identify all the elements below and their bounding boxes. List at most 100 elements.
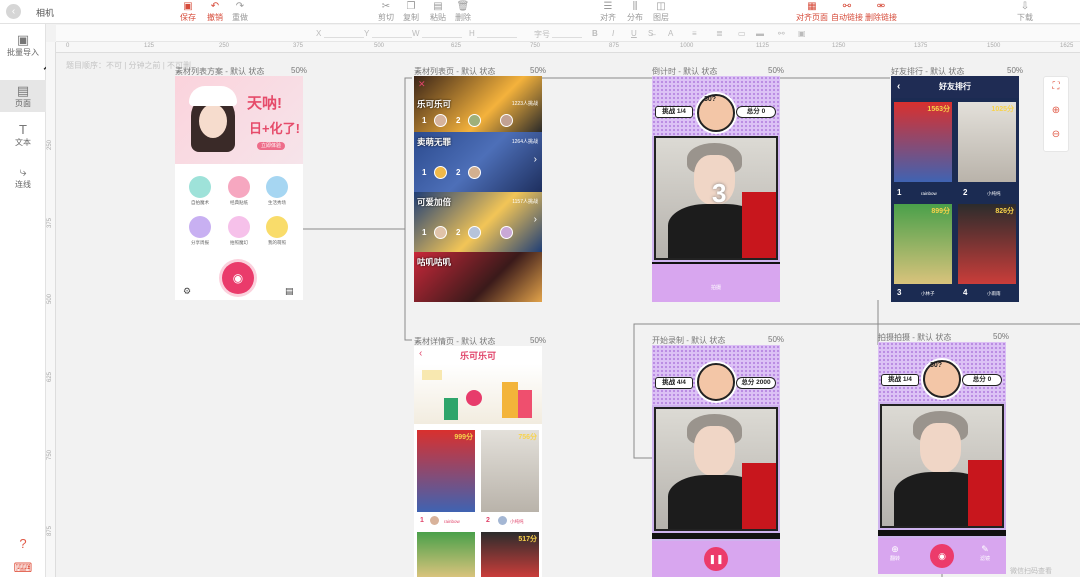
camera-icon: ◉	[938, 551, 946, 561]
gallery-icon[interactable]: ▤	[285, 286, 294, 297]
ranking-tile[interactable]: 899分	[894, 204, 952, 284]
frame-countdown[interactable]: 挑战 1/4 30? 总分 0 3 拍摄	[652, 76, 780, 302]
rank-number: 1	[422, 228, 427, 237]
fit-screen-icon[interactable]: ⛶	[1044, 81, 1068, 92]
tile-name: 小纯纯	[987, 191, 1001, 196]
close-icon[interactable]: ✕	[418, 79, 426, 90]
feature-icon-2[interactable]	[228, 176, 250, 198]
countdown-number: 3	[712, 178, 727, 208]
tile-name: 小雨雨	[987, 291, 1001, 296]
back-arrow-icon[interactable]: ‹	[897, 76, 900, 98]
frame-detail[interactable]: ‹ 乐可乐可 999分 756分 1 rainbow 2 小纯纯 517分	[414, 346, 542, 577]
ranking-tile[interactable]: 517分	[481, 532, 539, 577]
total-score: 总分 2000	[736, 377, 776, 389]
tile-score: 517分	[518, 536, 537, 543]
list-item-count: 1157人挑战	[512, 199, 538, 205]
list-item[interactable]: 卖萌无罪 1264人挑战 1 2 ›	[414, 132, 542, 192]
flip-label: 翻转	[890, 556, 901, 562]
zoom-in-icon[interactable]: ⊕	[1044, 105, 1068, 116]
chevron-right-icon[interactable]: ›	[534, 154, 537, 165]
ranking-tile[interactable]: 999分	[417, 430, 475, 512]
bottom-bar: ❚❚	[652, 541, 780, 577]
speech-bubble: 30?	[930, 362, 943, 369]
flip-camera-button[interactable]: ⊕ 翻转	[890, 544, 900, 562]
frame-ranking[interactable]: ‹ 好友排行 1563分 1025分 1 rainbow 2 小纯纯 899分 …	[891, 76, 1019, 302]
tile-score: 756分	[518, 434, 537, 441]
tile-name: rainbow	[444, 519, 460, 524]
rank-number: 2	[456, 228, 461, 237]
camera-preview	[654, 407, 778, 531]
rank-number: 1	[420, 517, 424, 524]
hero-girl-hat	[189, 86, 237, 106]
zoom-out-icon[interactable]: ⊖	[1044, 129, 1068, 140]
feature-icon-6[interactable]	[266, 216, 288, 238]
feature-label: 拍照魔幻	[230, 240, 248, 245]
frame-zoom-shooting: 50%	[993, 332, 1010, 341]
pen-icon: ✎	[981, 544, 989, 554]
challenge-progress: 挑战 4/4	[655, 377, 693, 389]
ranking-tile[interactable]: 756分	[481, 430, 539, 512]
avatar	[430, 516, 439, 525]
player-avatar	[697, 363, 735, 401]
rank-number: 2	[486, 517, 490, 524]
list-item[interactable]: 可爱加倍 1157人挑战 1 2 ›	[414, 192, 542, 252]
hero-girl-face	[199, 104, 227, 138]
filter-button[interactable]: ✎ 滤镜	[980, 544, 990, 562]
rank-number: 1	[422, 168, 427, 177]
frame-zoom-ranking: 50%	[1007, 66, 1024, 75]
hero-cta-button[interactable]: 立即体验	[257, 142, 285, 150]
list-item-count: 1264人挑战	[511, 139, 538, 145]
tile-score: 1563分	[927, 106, 950, 113]
settings-icon[interactable]: ⚙	[183, 286, 191, 297]
bottom-bar-label: 拍摄	[710, 285, 721, 291]
chevron-right-icon[interactable]: ›	[534, 214, 537, 225]
camera-preview: 3	[654, 136, 778, 260]
rank-number: 2	[963, 188, 968, 197]
avatar	[434, 166, 447, 179]
bottom-bar: ⊕ 翻转 ◉ ✎ 滤镜	[878, 538, 1006, 574]
flip-camera-icon: ⊕	[891, 544, 899, 554]
ranking-title: 好友排行	[939, 82, 971, 91]
feature-icon-1[interactable]	[189, 176, 211, 198]
frame-list[interactable]: ✕ 乐可乐可 1223人挑战 1 2 卖萌无罪 1264人挑战 1 2 › 可爱…	[414, 76, 542, 302]
tile-name: 小林子	[921, 291, 935, 296]
shutter-button[interactable]: ◉	[930, 544, 954, 568]
frame-zoom-recording: 50%	[768, 335, 785, 344]
play-icon[interactable]	[466, 390, 482, 406]
filter-label: 滤镜	[980, 556, 991, 562]
camera-record-button[interactable]: ◉	[222, 262, 254, 294]
ranking-tile[interactable]: 826分	[958, 204, 1016, 284]
frame-zoom-countdown: 50%	[768, 66, 785, 75]
total-score: 总分 0	[736, 106, 776, 118]
list-item[interactable]: ✕ 乐可乐可 1223人挑战 1 2	[414, 76, 542, 132]
rank-number: 3	[897, 288, 902, 297]
bottom-bar: 拍摄	[652, 264, 780, 302]
avatar	[434, 114, 447, 127]
tile-score: 999分	[454, 434, 473, 441]
list-item[interactable]: 咕叽咕叽	[414, 252, 542, 302]
home-hero-banner: 天呐! 日+化了! 立即体验	[175, 76, 303, 164]
feature-label: 经典贴纸	[230, 200, 248, 205]
list-item-title: 可爱加倍	[417, 197, 452, 207]
frame-recording[interactable]: 挑战 4/4 总分 2000 ❚❚	[652, 345, 780, 577]
frame-shooting[interactable]: 挑战 1/4 30? 总分 0 ⊕ 翻转 ◉ ✎ 滤镜	[878, 342, 1006, 574]
rank-number: 2	[456, 168, 461, 177]
list-item-title: 乐可乐可	[417, 99, 452, 109]
frame-home[interactable]: 天呐! 日+化了! 立即体验 自拍魔术 经典贴纸 生活秀场 分享周报 拍照魔幻 …	[175, 76, 303, 300]
speech-bubble: 30?	[704, 96, 717, 103]
prototype-editor: ‹ 相机 ▣ 保存 ↶ 撤销 ↷ 重做 ✂ 剪切 ❐ 复制 ▤ 粘贴 🗑 删除 ☰ 对齐 ⫼ 分布…	[0, 0, 1080, 577]
film-strip	[652, 533, 780, 539]
feature-icon-3[interactable]	[266, 176, 288, 198]
ranking-tile[interactable]: 1025分	[958, 102, 1016, 182]
challenge-progress: 挑战 1/4	[881, 374, 919, 386]
frame-zoom-list: 50%	[530, 66, 547, 75]
feature-icon-4[interactable]	[189, 216, 211, 238]
feature-icon-5[interactable]	[228, 216, 250, 238]
tile-score: 826分	[995, 208, 1014, 215]
feature-label: 自拍魔术	[191, 200, 209, 205]
detail-title: 乐可乐可	[459, 351, 496, 361]
pause-icon: ❚❚	[708, 554, 724, 564]
pause-button[interactable]: ❚❚	[704, 547, 728, 571]
ranking-tile[interactable]: 1563分	[894, 102, 952, 182]
ranking-tile[interactable]	[417, 532, 475, 577]
